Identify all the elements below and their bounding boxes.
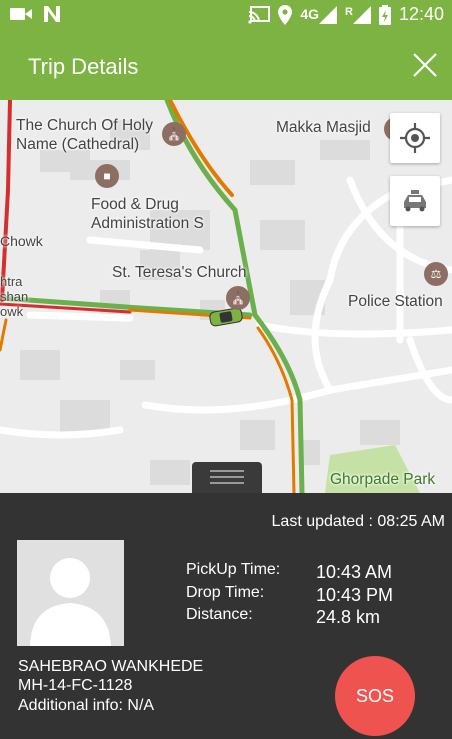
location-icon xyxy=(278,4,293,25)
handle-line xyxy=(210,482,244,484)
avatar xyxy=(17,540,124,646)
map-label-st-teresa: St. Teresa's Church xyxy=(112,264,247,281)
signal-icon xyxy=(319,5,337,24)
map-label-church-holy-name: The Church Of Holy Name (Cathedral) xyxy=(16,117,153,153)
signal-roaming-icon xyxy=(352,5,371,24)
panel-drag-handle[interactable] xyxy=(192,462,262,494)
close-icon[interactable] xyxy=(410,50,440,80)
place-icon: ■ xyxy=(95,164,119,188)
sos-button[interactable]: SOS xyxy=(335,656,415,736)
map-view[interactable]: The Church Of Holy Name (Cathedral) ⛪ Ma… xyxy=(0,100,452,493)
additional-info: Additional info: N/A xyxy=(18,697,155,714)
my-location-button[interactable] xyxy=(390,113,440,163)
church-icon: ⛪ xyxy=(162,122,186,146)
police-icon: ⚖ xyxy=(424,262,448,286)
n-logo-icon xyxy=(44,6,60,22)
vehicle-number: MH-14-FC-1128 xyxy=(18,677,133,694)
taxi-icon xyxy=(404,190,426,212)
drop-time-value: 10:43 PM xyxy=(316,585,394,605)
taxi-button[interactable] xyxy=(390,176,440,226)
my-location-icon xyxy=(400,123,430,153)
map-label-makka-masjid: Makka Masjid xyxy=(276,119,371,136)
person-placeholder-icon xyxy=(30,558,111,646)
drop-time-label: Drop Time: xyxy=(186,584,265,601)
app-bar: Trip Details xyxy=(0,30,452,100)
status-time: 12:40 xyxy=(398,4,444,24)
status-bar: 4G R 12:40 xyxy=(0,0,452,30)
trip-details-panel: Last updated : 08:25 AM PickUp Time: 10:… xyxy=(0,493,452,739)
distance-label: Distance: xyxy=(186,606,253,623)
map-label-chowk: Chowk xyxy=(0,233,43,249)
handle-line xyxy=(210,476,244,478)
handle-line xyxy=(210,470,244,472)
last-updated: Last updated : 08:25 AM xyxy=(272,513,445,531)
driver-name: SAHEBRAO WANKHEDE xyxy=(18,658,204,675)
last-updated-label: Last updated : xyxy=(271,513,378,530)
map-label-police-station: Police Station xyxy=(348,293,443,310)
map-label-ghorpade-park: Ghorpade Park xyxy=(330,471,436,488)
video-camera-icon xyxy=(10,8,32,20)
roaming-label: R xyxy=(345,5,353,18)
cast-icon xyxy=(248,5,271,24)
pickup-time-label: PickUp Time: xyxy=(186,561,281,578)
church-icon: ⛪ xyxy=(226,286,250,310)
pickup-time-value: 10:43 AM xyxy=(316,562,393,582)
map-label-chowk-2: htra shan owk xyxy=(0,274,29,319)
last-updated-value: 08:25 AM xyxy=(377,513,445,530)
network-type-label: 4G xyxy=(300,5,319,22)
map-label-food-drug: Food & Drug Administration S xyxy=(91,196,204,232)
battery-icon xyxy=(378,4,391,25)
page-title: Trip Details xyxy=(28,54,139,79)
distance-value: 24.8 km xyxy=(316,607,381,627)
